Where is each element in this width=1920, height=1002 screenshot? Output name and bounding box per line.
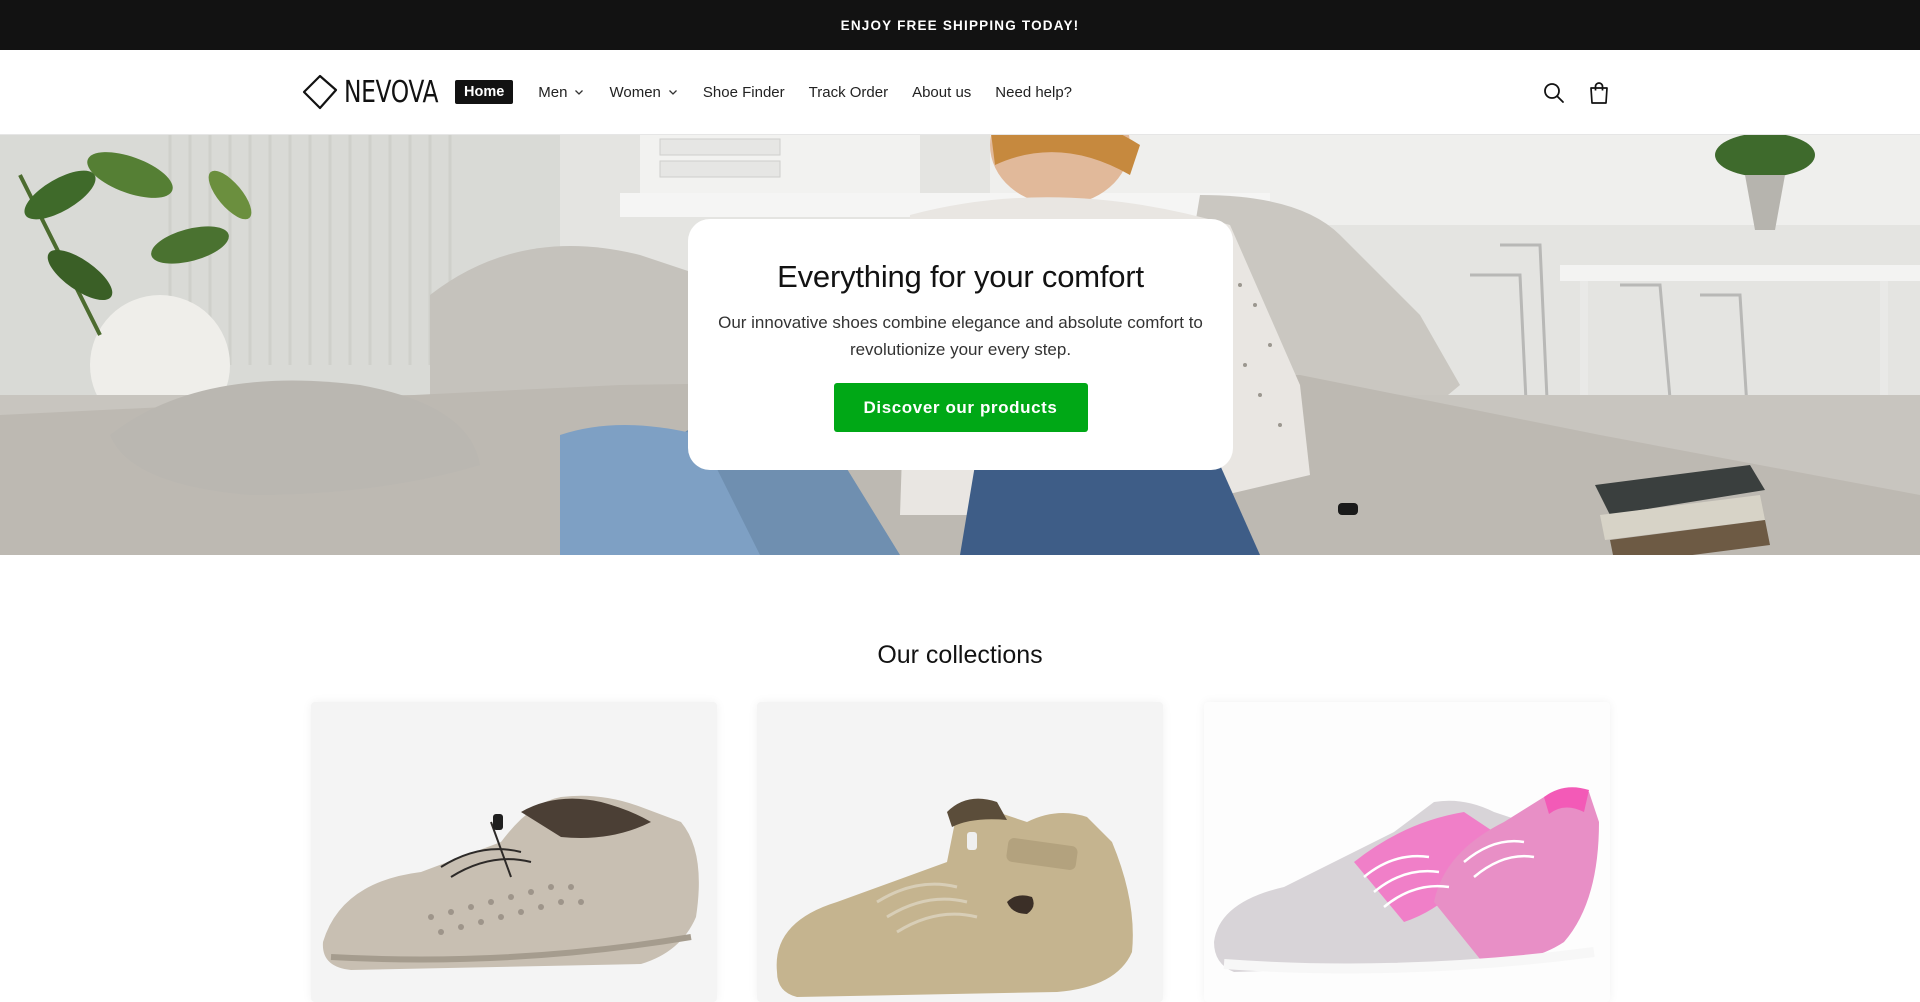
nav-item-label: Track Order xyxy=(808,83,889,101)
hero-card: Everything for your comfort Our innovati… xyxy=(688,219,1233,470)
nav-item-shoe-finder[interactable]: Shoe Finder xyxy=(703,84,785,101)
product-image xyxy=(776,798,1133,997)
hero-text: Our innovative shoes combine elegance an… xyxy=(718,313,1203,359)
nav-item-label: Men xyxy=(538,83,568,101)
nav-item-label: Women xyxy=(609,83,661,101)
collection-card[interactable] xyxy=(1204,702,1610,1002)
logo-diamond-icon xyxy=(302,74,338,110)
announcement-bar: ENJOY FREE SHIPPING TODAY! xyxy=(0,0,1920,50)
collection-card[interactable] xyxy=(311,702,717,1002)
chevron-down-icon xyxy=(575,90,584,95)
brand-name: NEVOVA xyxy=(344,74,439,110)
search-icon xyxy=(1544,83,1564,103)
nav-item-women[interactable]: Women xyxy=(609,84,678,101)
main-nav: Home Men Women Shoe Finder Track Order A… xyxy=(455,79,1096,105)
nav-item-men[interactable]: Men xyxy=(538,84,585,101)
site-header: NEVOVA Home Men Women Shoe Finder Track … xyxy=(0,50,1920,135)
cart-button[interactable] xyxy=(1586,80,1612,106)
nav-item-label: Shoe Finder xyxy=(702,83,785,101)
chevron-down-icon xyxy=(668,90,677,95)
nav-item-about-us[interactable]: About us xyxy=(912,84,971,101)
brand-logo[interactable]: NEVOVA xyxy=(302,74,465,110)
cart-icon xyxy=(1590,82,1608,104)
nav-item-need-help[interactable]: Need help? xyxy=(995,84,1072,101)
nav-item-home[interactable]: Home xyxy=(455,80,514,104)
search-button[interactable] xyxy=(1541,80,1567,106)
nav-item-track-order[interactable]: Track Order xyxy=(809,84,888,101)
nav-item-label: About us xyxy=(912,83,972,101)
nav-item-label: Need help? xyxy=(995,83,1073,101)
collections-title: Our collections xyxy=(877,641,1043,669)
collection-card[interactable] xyxy=(757,702,1163,1002)
product-image xyxy=(1214,787,1599,974)
nav-item-label: Home xyxy=(464,84,505,100)
hero-title: Everything for your comfort xyxy=(777,259,1144,294)
announcement-text: ENJOY FREE SHIPPING TODAY! xyxy=(840,17,1080,33)
product-image xyxy=(322,795,699,970)
discover-products-button[interactable]: Discover our products xyxy=(833,383,1088,432)
hero-banner: Everything for your comfort Our innovati… xyxy=(0,135,1920,555)
